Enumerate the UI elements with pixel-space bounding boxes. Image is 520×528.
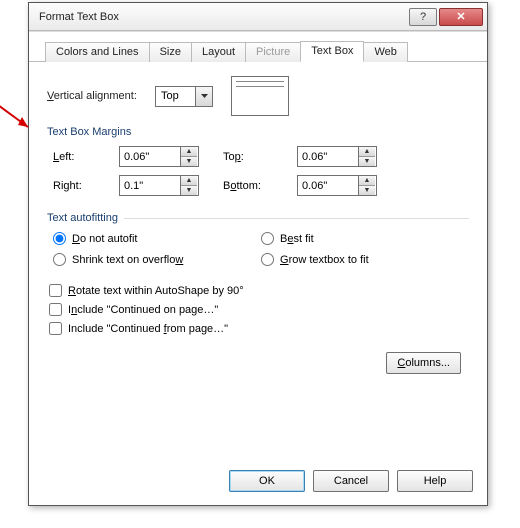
titlebar: Format Text Box ? ✕ [29,3,487,31]
autofit-shrink-radio[interactable]: Shrink text on overflow [53,253,261,266]
margin-left-spinner[interactable]: ▲▼ [119,146,199,167]
vertical-alignment-label: Vertical alignment: [47,90,155,102]
format-text-box-dialog: Format Text Box ? ✕ Colors and Lines Siz… [28,2,488,506]
text-box-panel: Vertical alignment: Top Text Box Margins… [29,62,487,502]
dialog-title: Format Text Box [39,11,407,23]
margin-bottom-spinner[interactable]: ▲▼ [297,175,377,196]
margin-bottom-input[interactable] [298,176,358,195]
chevron-down-icon [195,87,212,106]
margin-bottom-label: Bottom: [223,180,283,192]
margin-top-input[interactable] [298,147,358,166]
autofit-grow-radio[interactable]: Grow textbox to fit [261,253,469,266]
vertical-alignment-value: Top [156,90,195,102]
spin-up-icon[interactable]: ▲ [181,147,197,157]
tab-strip: Colors and Lines Size Layout Picture Tex… [29,32,487,62]
margin-left-input[interactable] [120,147,180,166]
close-icon: ✕ [456,10,465,23]
cancel-button[interactable]: Cancel [313,470,389,492]
continued-from-checkbox[interactable]: Include "Continued from page…" [49,322,469,335]
spin-down-icon[interactable]: ▼ [359,186,375,195]
spin-up-icon[interactable]: ▲ [359,147,375,157]
margin-top-spinner[interactable]: ▲▼ [297,146,377,167]
spin-up-icon[interactable]: ▲ [181,176,197,186]
continued-on-checkbox[interactable]: Include "Continued on page…" [49,303,469,316]
autofit-group-label: Text autofitting [47,212,118,224]
margin-right-label: Right: [53,180,105,192]
callout-arrow [0,105,38,145]
vertical-alignment-combo[interactable]: Top [155,86,213,107]
spin-down-icon[interactable]: ▼ [181,157,197,166]
ok-button[interactable]: OK [229,470,305,492]
tab-text-box[interactable]: Text Box [300,41,364,62]
margin-right-input[interactable] [120,176,180,195]
autofit-best-radio[interactable]: Best fit [261,232,469,245]
tab-layout[interactable]: Layout [191,42,246,62]
tab-colors-and-lines[interactable]: Colors and Lines [45,42,150,62]
tab-web[interactable]: Web [363,42,407,62]
margin-left-label: Left: [53,151,105,163]
tab-picture: Picture [245,42,301,62]
tab-size[interactable]: Size [149,42,192,62]
spin-down-icon[interactable]: ▼ [181,186,197,195]
autofit-none-radio[interactable]: Do not autofit [53,232,261,245]
spin-down-icon[interactable]: ▼ [359,157,375,166]
help-titlebar-button[interactable]: ? [409,8,437,26]
help-button[interactable]: Help [397,470,473,492]
spin-up-icon[interactable]: ▲ [359,176,375,186]
close-button[interactable]: ✕ [439,8,483,26]
columns-button[interactable]: Columns... [386,352,461,374]
rotate-checkbox[interactable]: Rotate text within AutoShape by 90° [49,284,469,297]
margins-group-label: Text Box Margins [47,126,469,138]
margin-top-label: Top: [223,151,283,163]
alignment-preview [231,76,289,116]
margin-right-spinner[interactable]: ▲▼ [119,175,199,196]
